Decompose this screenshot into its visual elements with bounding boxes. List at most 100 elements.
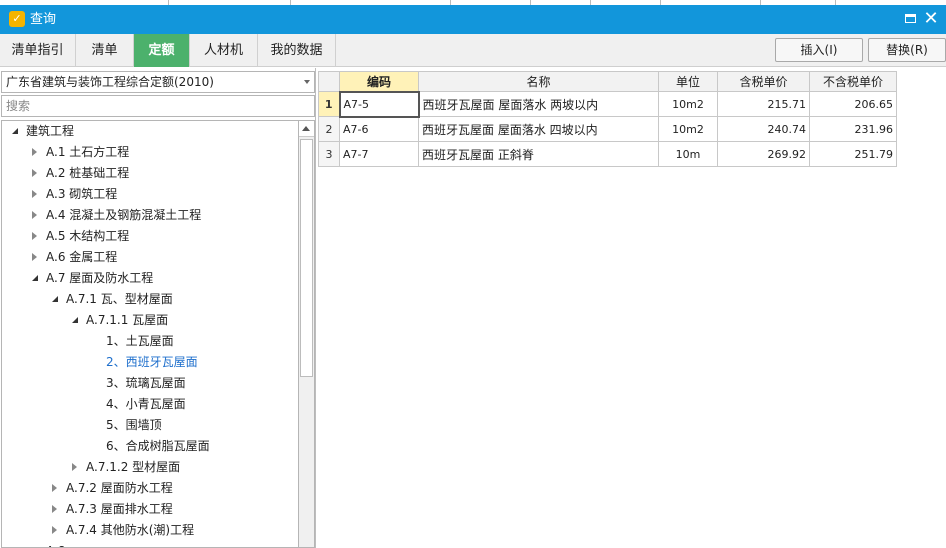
insert-button[interactable]: 插入(I) bbox=[775, 38, 863, 62]
tree-item-label: A.7.1 瓦、型材屋面 bbox=[66, 292, 173, 306]
tree-collapsed-icon[interactable] bbox=[32, 253, 37, 261]
dropdown-arrow-icon[interactable] bbox=[304, 80, 310, 84]
tree-item-label: A.8 ... bbox=[46, 541, 81, 547]
tree-item-label: A.7.4 其他防水(潮)工程 bbox=[66, 523, 195, 537]
tree-collapsed-icon[interactable] bbox=[32, 232, 37, 240]
tree-item[interactable]: 2、西班牙瓦屋面 bbox=[2, 352, 298, 373]
tree-expanded-icon[interactable] bbox=[52, 296, 58, 302]
tab-bar: 清单指引 清单 定额 人材机 我的数据 插入(I) 替换(R) bbox=[0, 34, 946, 67]
tree-collapsed-icon[interactable] bbox=[52, 505, 57, 513]
tax-price-cell[interactable]: 269.92 bbox=[717, 141, 810, 167]
tree-collapsed-icon[interactable] bbox=[52, 526, 57, 534]
row-index-cell[interactable]: 1 bbox=[318, 91, 340, 117]
column-header-name[interactable]: 名称 bbox=[418, 71, 659, 92]
tree-collapsed-icon[interactable] bbox=[32, 169, 37, 177]
tree-collapsed-icon[interactable] bbox=[32, 148, 37, 156]
tree-item-label: A.3 砌筑工程 bbox=[46, 187, 118, 201]
tree-item-label: A.7 屋面及防水工程 bbox=[46, 271, 154, 285]
tree-item[interactable]: A.7.1.2 型材屋面 bbox=[2, 457, 298, 478]
column-header-unit[interactable]: 单位 bbox=[658, 71, 718, 92]
quota-library-value: 广东省建筑与装饰工程综合定额(2010) bbox=[6, 75, 214, 89]
tab-bill-guide[interactable]: 清单指引 bbox=[0, 34, 76, 67]
notax-price-cell[interactable]: 251.79 bbox=[809, 141, 897, 167]
unit-cell[interactable]: 10m2 bbox=[658, 91, 718, 117]
left-panel: 广东省建筑与装饰工程综合定额(2010) 建筑工程 A.1 土石方工程 A.2 桩基… bbox=[0, 68, 316, 548]
maximize-icon[interactable] bbox=[905, 14, 916, 23]
unit-cell[interactable]: 10m bbox=[658, 141, 718, 167]
tree-item[interactable]: A.3 砌筑工程 bbox=[2, 184, 298, 205]
tree-collapsed-icon[interactable] bbox=[52, 484, 57, 492]
notax-price-cell[interactable]: 231.96 bbox=[809, 116, 897, 142]
quota-library-select[interactable]: 广东省建筑与装饰工程综合定额(2010) bbox=[1, 71, 315, 93]
tab-bill[interactable]: 清单 bbox=[76, 34, 134, 67]
tree-item[interactable]: A.4 混凝土及钢筋混凝土工程 bbox=[2, 205, 298, 226]
replace-button[interactable]: 替换(R) bbox=[868, 38, 946, 62]
row-index-cell[interactable]: 2 bbox=[318, 116, 340, 142]
tree-item-label: A.7.2 屋面防水工程 bbox=[66, 481, 173, 495]
table-header-row: 编码 名称 单位 含税单价 不含税单价 bbox=[318, 71, 897, 92]
tree-item-label: A.5 木结构工程 bbox=[46, 229, 130, 243]
tree-item[interactable]: A.8 ... bbox=[2, 541, 298, 547]
code-cell[interactable]: A7-7 bbox=[339, 141, 419, 167]
table-row[interactable]: 2 A7-6 西班牙瓦屋面 屋面落水 四坡以内 10m2 240.74 231.96 bbox=[318, 116, 897, 142]
tree-item-label: A.2 桩基础工程 bbox=[46, 166, 130, 180]
scroll-up-arrow-icon[interactable] bbox=[299, 121, 314, 137]
results-table: 编码 名称 单位 含税单价 不含税单价 1 A7-5 西班牙瓦屋面 屋面落水 两坡以… bbox=[318, 71, 897, 167]
column-header-code[interactable]: 编码 bbox=[339, 71, 419, 92]
code-cell[interactable]: A7-5 bbox=[338, 90, 420, 118]
tree-item[interactable]: A.7.1 瓦、型材屋面 bbox=[2, 289, 298, 310]
tree-item[interactable]: A.5 木结构工程 bbox=[2, 226, 298, 247]
tree-item-label: 4、小青瓦屋面 bbox=[106, 397, 186, 411]
tree-item[interactable]: 5、围墙顶 bbox=[2, 415, 298, 436]
tax-price-cell[interactable]: 240.74 bbox=[717, 116, 810, 142]
tree-expanded-icon[interactable] bbox=[72, 317, 78, 323]
search-input[interactable] bbox=[1, 95, 315, 117]
tree-item[interactable]: A.7 屋面及防水工程 bbox=[2, 268, 298, 289]
tree-item[interactable]: A.7.3 屋面排水工程 bbox=[2, 499, 298, 520]
name-cell[interactable]: 西班牙瓦屋面 正斜脊 bbox=[418, 141, 659, 167]
code-cell[interactable]: A7-6 bbox=[339, 116, 419, 142]
app-check-icon: ✓ bbox=[9, 11, 25, 27]
tree-item[interactable]: 6、合成树脂瓦屋面 bbox=[2, 436, 298, 457]
tree-item[interactable]: 1、土瓦屋面 bbox=[2, 331, 298, 352]
column-header-index bbox=[318, 71, 340, 92]
tree-collapsed-icon[interactable] bbox=[32, 211, 37, 219]
name-cell[interactable]: 西班牙瓦屋面 屋面落水 两坡以内 bbox=[418, 91, 659, 117]
tree-item[interactable]: 4、小青瓦屋面 bbox=[2, 394, 298, 415]
tree-item[interactable]: 建筑工程 bbox=[2, 121, 298, 142]
name-cell[interactable]: 西班牙瓦屋面 屋面落水 四坡以内 bbox=[418, 116, 659, 142]
tree-item-label: 6、合成树脂瓦屋面 bbox=[106, 439, 210, 453]
row-index-cell[interactable]: 3 bbox=[318, 141, 340, 167]
tree-item[interactable]: A.7.4 其他防水(潮)工程 bbox=[2, 520, 298, 541]
table-row[interactable]: 3 A7-7 西班牙瓦屋面 正斜脊 10m 269.92 251.79 bbox=[318, 141, 897, 167]
tree-item[interactable]: A.1 土石方工程 bbox=[2, 142, 298, 163]
tree-item[interactable]: A.7.2 屋面防水工程 bbox=[2, 478, 298, 499]
tree-item-label: 3、琉璃瓦屋面 bbox=[106, 376, 186, 390]
tree-scrollbar[interactable] bbox=[298, 120, 315, 548]
dialog-titlebar: ✓ 查询 ✕ bbox=[0, 5, 946, 34]
tab-labor-material-machine[interactable]: 人材机 bbox=[190, 34, 258, 67]
tree-item-label: 建筑工程 bbox=[26, 124, 75, 138]
tree-collapsed-icon[interactable] bbox=[32, 190, 37, 198]
tree-item[interactable]: A.7.1.1 瓦屋面 bbox=[2, 310, 298, 331]
close-icon[interactable]: ✕ bbox=[921, 9, 941, 29]
tree-expanded-icon[interactable] bbox=[12, 128, 18, 134]
tax-price-cell[interactable]: 215.71 bbox=[717, 91, 810, 117]
tree-item[interactable]: A.6 金属工程 bbox=[2, 247, 298, 268]
category-tree: 建筑工程 A.1 土石方工程 A.2 桩基础工程 A.3 砌筑工程 A.4 混凝土及钢筋… bbox=[1, 120, 298, 548]
tree-expanded-icon[interactable] bbox=[32, 275, 38, 281]
tree-collapsed-icon[interactable] bbox=[72, 463, 77, 471]
tree-item-label: A.7.1.2 型材屋面 bbox=[86, 460, 181, 474]
table-row[interactable]: 1 A7-5 西班牙瓦屋面 屋面落水 两坡以内 10m2 215.71 206.65 bbox=[318, 90, 897, 118]
unit-cell[interactable]: 10m2 bbox=[658, 116, 718, 142]
tree-item-label: 1、土瓦屋面 bbox=[106, 334, 174, 348]
column-header-notax-price[interactable]: 不含税单价 bbox=[809, 71, 897, 92]
notax-price-cell[interactable]: 206.65 bbox=[809, 91, 897, 117]
tree-item[interactable]: A.2 桩基础工程 bbox=[2, 163, 298, 184]
tab-my-data[interactable]: 我的数据 bbox=[258, 34, 336, 67]
tree-item[interactable]: 3、琉璃瓦屋面 bbox=[2, 373, 298, 394]
column-header-tax-price[interactable]: 含税单价 bbox=[717, 71, 810, 92]
tab-quota[interactable]: 定额 bbox=[134, 34, 190, 67]
scrollbar-thumb[interactable] bbox=[300, 139, 313, 377]
results-grid-area: 编码 名称 单位 含税单价 不含税单价 1 A7-5 西班牙瓦屋面 屋面落水 两坡以… bbox=[317, 68, 946, 548]
